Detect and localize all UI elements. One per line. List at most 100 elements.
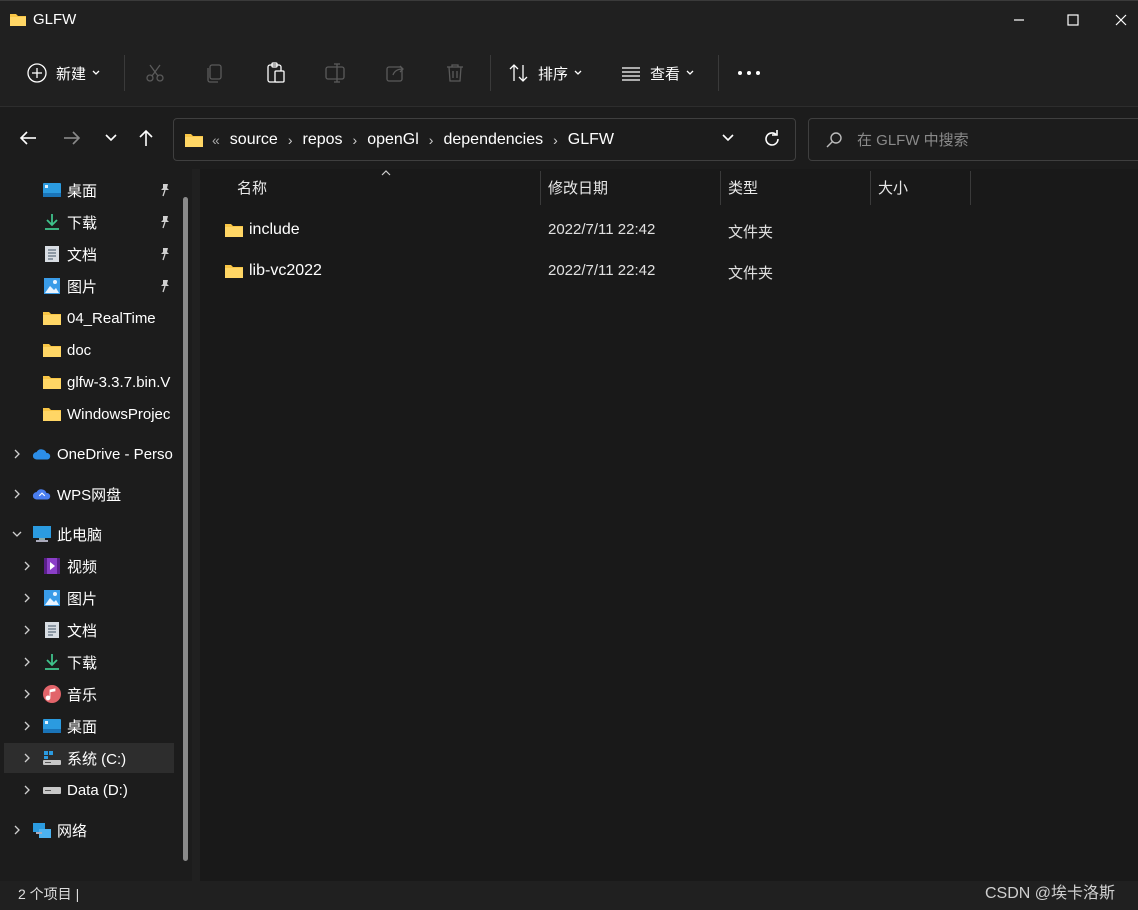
chevron-right-icon[interactable] [21, 656, 33, 668]
navigation-bar: « source › repos › openGl › dependencies… [0, 107, 1138, 169]
file-type: 文件夹 [728, 265, 774, 282]
view-label: 查看 [650, 65, 681, 83]
system-drive-icon [42, 749, 62, 767]
column-divider[interactable] [970, 171, 971, 205]
chevron-right-icon[interactable]: › [429, 132, 434, 148]
sidebar-item-label: 文档 [67, 622, 98, 640]
sidebar-item-onedrive[interactable]: OneDrive - Perso [0, 439, 178, 469]
column-header-type[interactable]: 类型 [728, 169, 758, 205]
breadcrumb-item-repos[interactable]: repos [303, 131, 343, 149]
chevron-down-icon [574, 70, 582, 75]
chevron-right-icon[interactable]: › [553, 132, 558, 148]
column-divider[interactable] [870, 171, 871, 205]
chevron-right-icon[interactable]: › [353, 132, 358, 148]
rename-button[interactable] [324, 53, 348, 93]
sidebar-item-network[interactable]: 网络 [0, 815, 178, 845]
pin-icon[interactable] [158, 215, 172, 229]
sidebar-item-pc-downloads[interactable]: 下载 [0, 647, 178, 677]
more-icon [738, 71, 760, 75]
sidebar-item-desktop[interactable]: 桌面 [0, 175, 178, 205]
minimize-icon [1014, 19, 1024, 21]
sidebar-item-pc-pictures[interactable]: 图片 [0, 583, 178, 613]
chevron-right-icon[interactable] [21, 752, 33, 764]
pin-icon[interactable] [158, 183, 172, 197]
new-label: 新建 [56, 65, 87, 83]
recent-locations-button[interactable] [97, 124, 125, 152]
breadcrumb-item-glfw[interactable]: GLFW [568, 131, 614, 149]
column-divider[interactable] [540, 171, 541, 205]
sidebar-item-pc-documents[interactable]: 文档 [0, 615, 178, 645]
sort-button[interactable]: 排序 [508, 53, 582, 93]
document-icon [42, 621, 62, 639]
column-header-size[interactable]: 大小 [878, 169, 908, 205]
sidebar-item-data-d[interactable]: Data (D:) [0, 775, 178, 805]
sidebar-item-windowsproject[interactable]: WindowsProjec [0, 399, 178, 429]
breadcrumb-overflow[interactable]: « [212, 132, 220, 148]
sidebar-item-this-pc[interactable]: 此电脑 [0, 519, 178, 549]
view-button[interactable]: 查看 [620, 53, 694, 93]
share-button[interactable] [384, 53, 406, 93]
search-input[interactable] [857, 129, 1127, 151]
sidebar-item-doc[interactable]: doc [0, 335, 178, 365]
chevron-right-icon[interactable] [21, 688, 33, 700]
sidebar-item-system-c[interactable]: 系统 (C:) [4, 743, 174, 773]
chevron-right-icon[interactable] [11, 488, 23, 500]
copy-button[interactable] [204, 53, 226, 93]
breadcrumb-item-source[interactable]: source [230, 131, 278, 149]
close-button[interactable] [1104, 1, 1138, 39]
sidebar-item-downloads[interactable]: 下载 [0, 207, 178, 237]
sidebar-item-glfw-bin[interactable]: glfw-3.3.7.bin.V [0, 367, 178, 397]
sidebar-item-wps[interactable]: WPS网盘 [0, 479, 178, 509]
folder-icon [225, 224, 243, 237]
sidebar-item-04-realtime[interactable]: 04_RealTime [0, 303, 178, 333]
sidebar-item-videos[interactable]: 视频 [0, 551, 178, 581]
pin-icon[interactable] [158, 279, 172, 293]
pictures-icon [42, 589, 62, 607]
maximize-button[interactable] [1050, 1, 1096, 39]
chevron-right-icon[interactable] [21, 720, 33, 732]
chevron-right-icon[interactable] [21, 624, 33, 636]
chevron-right-icon[interactable] [21, 560, 33, 572]
column-header-modified[interactable]: 修改日期 [548, 169, 608, 205]
folder-icon [42, 341, 62, 359]
back-button[interactable] [14, 124, 42, 152]
arrow-up-icon [139, 129, 153, 146]
chevron-down-icon[interactable] [11, 528, 23, 540]
sidebar-item-label: 网络 [57, 822, 88, 840]
chevron-down-icon [686, 70, 694, 75]
folder-icon [42, 373, 62, 391]
arrow-left-icon [19, 131, 36, 145]
sidebar-item-pc-desktop[interactable]: 桌面 [0, 711, 178, 741]
chevron-right-icon[interactable] [21, 784, 33, 796]
breadcrumb-item-dependencies[interactable]: dependencies [443, 131, 543, 149]
sidebar-item-music[interactable]: 音乐 [0, 679, 178, 709]
delete-button[interactable] [444, 53, 466, 93]
breadcrumb-item-opengl[interactable]: openGl [367, 131, 419, 149]
more-button[interactable] [736, 53, 762, 93]
chevron-right-icon[interactable] [21, 592, 33, 604]
chevron-right-icon[interactable]: › [288, 132, 293, 148]
sidebar-item-pictures[interactable]: 图片 [0, 271, 178, 301]
address-dropdown-button[interactable] [720, 130, 736, 150]
up-button[interactable] [132, 124, 160, 152]
table-row[interactable]: include 2022/7/11 22:42 文件夹 [218, 212, 978, 248]
download-icon [42, 653, 62, 671]
paste-button[interactable] [264, 53, 288, 93]
column-header-name[interactable]: 名称 [237, 169, 267, 205]
address-bar[interactable]: « source › repos › openGl › dependencies… [173, 118, 796, 161]
cut-button[interactable] [144, 53, 166, 93]
chevron-right-icon[interactable] [11, 448, 23, 460]
chevron-right-icon[interactable] [11, 824, 23, 836]
forward-button[interactable] [58, 124, 86, 152]
table-row[interactable]: lib-vc2022 2022/7/11 22:42 文件夹 [218, 253, 978, 289]
pin-icon[interactable] [158, 247, 172, 261]
refresh-button[interactable] [762, 129, 782, 153]
new-button[interactable]: 新建 [26, 53, 100, 93]
sidebar-scrollbar[interactable] [183, 197, 188, 861]
navigation-pane: 桌面 下载 文档 图片 04_RealTime doc glfw-3.3.7.b… [0, 169, 192, 881]
column-divider[interactable] [720, 171, 721, 205]
sidebar-item-documents[interactable]: 文档 [0, 239, 178, 269]
minimize-button[interactable] [996, 1, 1042, 39]
search-box[interactable] [808, 118, 1138, 161]
title-bar: GLFW [0, 1, 1138, 39]
